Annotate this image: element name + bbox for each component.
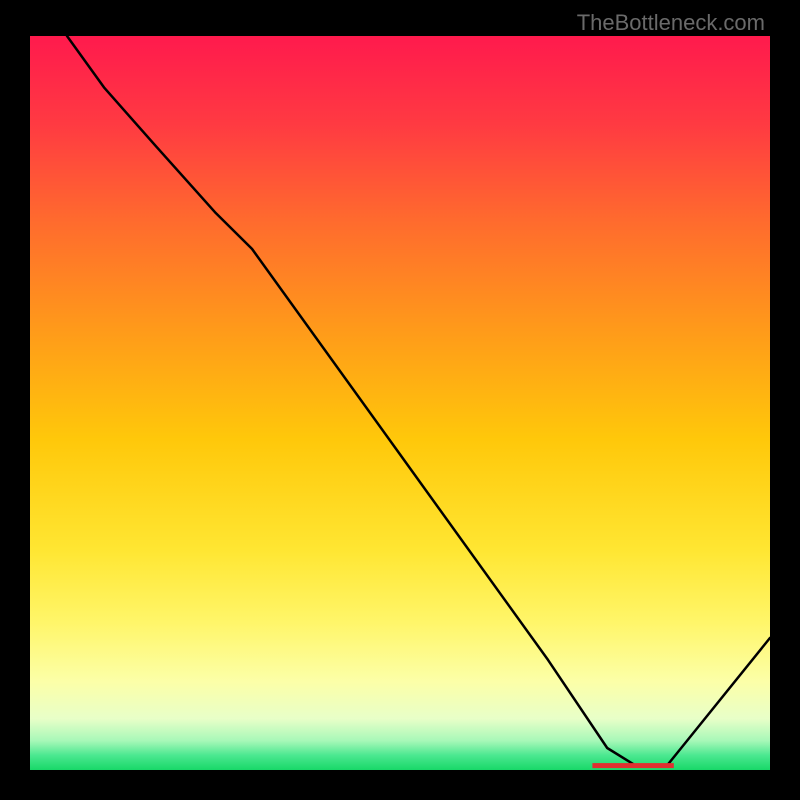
chart-background xyxy=(30,36,770,770)
attribution-text: TheBottleneck.com xyxy=(577,10,765,36)
chart-container xyxy=(30,36,770,770)
chart-marker xyxy=(592,763,673,768)
chart-svg xyxy=(30,36,770,770)
